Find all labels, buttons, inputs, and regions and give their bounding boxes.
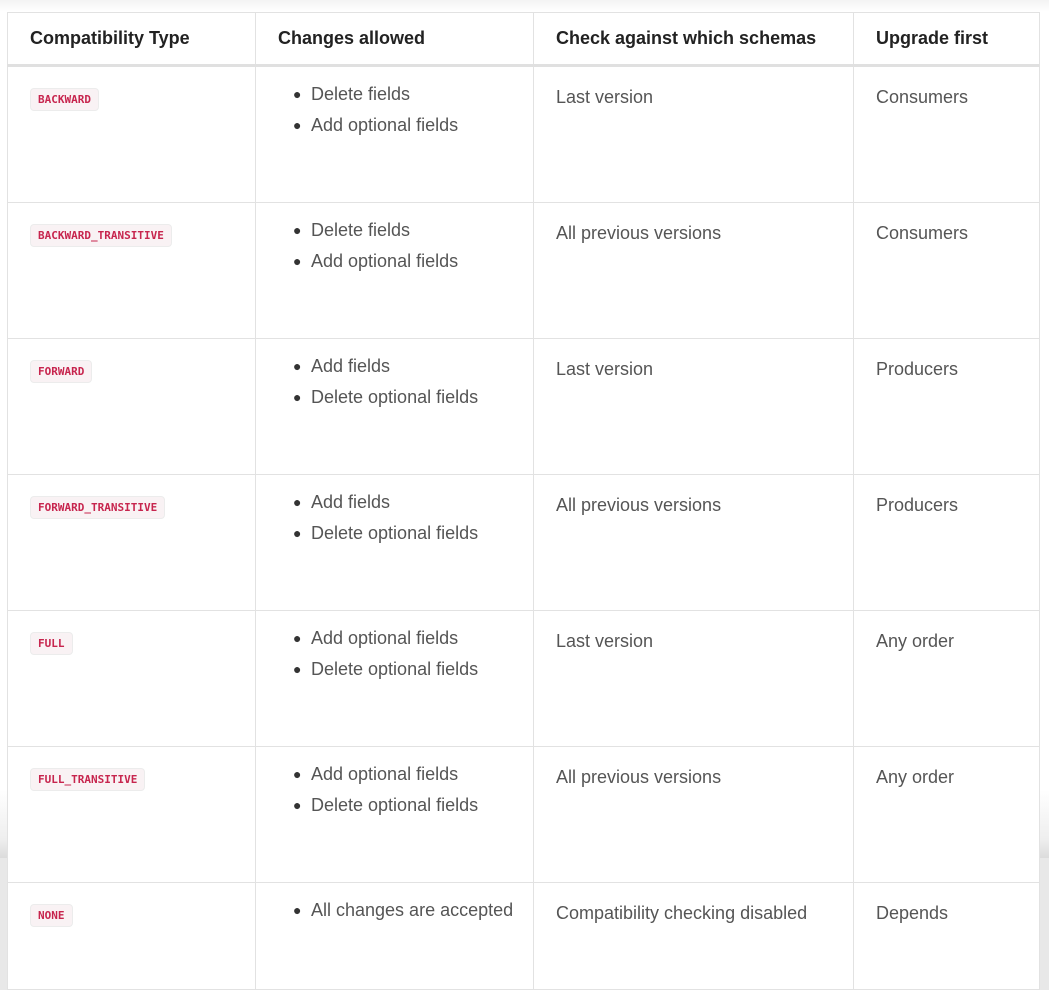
type-badge: FORWARD_TRANSITIVE bbox=[30, 496, 166, 519]
compatibility-table: Compatibility Type Changes allowed Check… bbox=[7, 12, 1040, 990]
type-badge: NONE bbox=[30, 904, 73, 927]
table-row: NONE ● All changes are accepted Compatibi… bbox=[7, 882, 1040, 990]
change-text: Add optional fields bbox=[311, 764, 459, 784]
bullet-dot-icon: ● bbox=[293, 117, 302, 133]
table-header: Compatibility Type Changes allowed Check… bbox=[7, 12, 1040, 67]
type-cell: FORWARD_TRANSITIVE bbox=[7, 474, 256, 611]
header-check-against: Check against which schemas bbox=[533, 12, 854, 67]
type-cell: BACKWARD_TRANSITIVE bbox=[7, 202, 256, 339]
header-row: Compatibility Type Changes allowed Check… bbox=[7, 12, 1040, 67]
change-text: Delete optional fields bbox=[311, 523, 479, 543]
type-cell: NONE bbox=[7, 882, 256, 990]
list-item: ● Delete fields bbox=[293, 215, 533, 246]
page: Compatibility Type Changes allowed Check… bbox=[0, 0, 1049, 990]
change-text: Add optional fields bbox=[311, 628, 459, 648]
changes-cell: ● Add fields ● Delete optional fields bbox=[255, 474, 534, 611]
change-text: Add optional fields bbox=[311, 115, 459, 135]
type-badge: FORWARD bbox=[30, 360, 93, 383]
type-cell: BACKWARD bbox=[7, 65, 256, 203]
type-badge: FULL_TRANSITIVE bbox=[30, 768, 146, 791]
upgrade-cell: Consumers bbox=[853, 202, 1040, 339]
type-cell: FORWARD bbox=[7, 338, 256, 475]
type-cell: FULL_TRANSITIVE bbox=[7, 746, 256, 883]
upgrade-cell: Consumers bbox=[853, 65, 1040, 203]
list-item: ● Delete optional fields bbox=[293, 654, 533, 685]
bullet-dot-icon: ● bbox=[293, 494, 302, 510]
table-row: FORWARD ● Add fields ● Delete optional fie… bbox=[7, 338, 1040, 475]
change-text: Add fields bbox=[311, 356, 391, 376]
check-cell: Last version bbox=[533, 610, 854, 747]
changes-cell: ● Add optional fields ● Delete optional fi… bbox=[255, 610, 534, 747]
check-cell: All previous versions bbox=[533, 474, 854, 611]
changes-list: ● Add optional fields ● Delete optional fi… bbox=[256, 759, 533, 821]
changes-cell: ● Add fields ● Delete optional fields bbox=[255, 338, 534, 475]
changes-cell: ● Delete fields ● Add optional fields bbox=[255, 65, 534, 203]
list-item: ● Add fields bbox=[293, 487, 533, 518]
upgrade-cell: Any order bbox=[853, 610, 1040, 747]
type-cell: FULL bbox=[7, 610, 256, 747]
change-text: Delete fields bbox=[311, 220, 411, 240]
bullet-dot-icon: ● bbox=[293, 222, 302, 238]
table-body: BACKWARD ● Delete fields ● Add optional fi… bbox=[7, 65, 1040, 990]
check-cell: Compatibility checking disabled bbox=[533, 882, 854, 990]
list-item: ● Delete optional fields bbox=[293, 382, 533, 413]
upgrade-cell: Producers bbox=[853, 474, 1040, 611]
table-row: FULL ● Add optional fields ● Delete option… bbox=[7, 610, 1040, 747]
table-row: FULL_TRANSITIVE ● Add optional fields ● De… bbox=[7, 746, 1040, 883]
list-item: ● All changes are accepted bbox=[293, 895, 533, 926]
list-item: ● Add optional fields bbox=[293, 623, 533, 654]
bullet-dot-icon: ● bbox=[293, 661, 302, 677]
bullet-dot-icon: ● bbox=[293, 525, 302, 541]
table-row: BACKWARD ● Delete fields ● Add optional fi… bbox=[7, 65, 1040, 203]
changes-list: ● Delete fields ● Add optional fields bbox=[256, 79, 533, 141]
change-text: Delete fields bbox=[311, 84, 411, 104]
change-text: Delete optional fields bbox=[311, 659, 479, 679]
check-cell: Last version bbox=[533, 338, 854, 475]
type-badge: FULL bbox=[30, 632, 73, 655]
changes-cell: ● Delete fields ● Add optional fields bbox=[255, 202, 534, 339]
change-text: Delete optional fields bbox=[311, 387, 479, 407]
changes-cell: ● All changes are accepted bbox=[255, 882, 534, 990]
bullet-dot-icon: ● bbox=[293, 86, 302, 102]
change-text: Add fields bbox=[311, 492, 391, 512]
upgrade-cell: Producers bbox=[853, 338, 1040, 475]
bullet-dot-icon: ● bbox=[293, 630, 302, 646]
list-item: ● Add fields bbox=[293, 351, 533, 382]
header-upgrade-first: Upgrade first bbox=[853, 12, 1040, 67]
table-row: BACKWARD_TRANSITIVE ● Delete fields ● Add … bbox=[7, 202, 1040, 339]
changes-list: ● Add optional fields ● Delete optional fi… bbox=[256, 623, 533, 685]
bullet-dot-icon: ● bbox=[293, 389, 302, 405]
change-text: Delete optional fields bbox=[311, 795, 479, 815]
changes-list: ● All changes are accepted bbox=[256, 895, 533, 926]
type-badge: BACKWARD bbox=[30, 88, 99, 111]
changes-list: ● Delete fields ● Add optional fields bbox=[256, 215, 533, 277]
bullet-dot-icon: ● bbox=[293, 902, 302, 918]
changes-list: ● Add fields ● Delete optional fields bbox=[256, 351, 533, 413]
header-changes-allowed: Changes allowed bbox=[255, 12, 534, 67]
changes-list: ● Add fields ● Delete optional fields bbox=[256, 487, 533, 549]
list-item: ● Delete optional fields bbox=[293, 518, 533, 549]
bullet-dot-icon: ● bbox=[293, 358, 302, 374]
list-item: ● Add optional fields bbox=[293, 246, 533, 277]
bullet-dot-icon: ● bbox=[293, 797, 302, 813]
upgrade-cell: Any order bbox=[853, 746, 1040, 883]
list-item: ● Delete fields bbox=[293, 79, 533, 110]
change-text: Add optional fields bbox=[311, 251, 459, 271]
list-item: ● Delete optional fields bbox=[293, 790, 533, 821]
list-item: ● Add optional fields bbox=[293, 110, 533, 141]
check-cell: Last version bbox=[533, 65, 854, 203]
changes-cell: ● Add optional fields ● Delete optional fi… bbox=[255, 746, 534, 883]
bullet-dot-icon: ● bbox=[293, 766, 302, 782]
check-cell: All previous versions bbox=[533, 202, 854, 339]
change-text: All changes are accepted bbox=[311, 900, 514, 920]
header-compatibility-type: Compatibility Type bbox=[7, 12, 256, 67]
upgrade-cell: Depends bbox=[853, 882, 1040, 990]
type-badge: BACKWARD_TRANSITIVE bbox=[30, 224, 172, 247]
list-item: ● Add optional fields bbox=[293, 759, 533, 790]
check-cell: All previous versions bbox=[533, 746, 854, 883]
bullet-dot-icon: ● bbox=[293, 253, 302, 269]
table-row: FORWARD_TRANSITIVE ● Add fields ● Delete o… bbox=[7, 474, 1040, 611]
